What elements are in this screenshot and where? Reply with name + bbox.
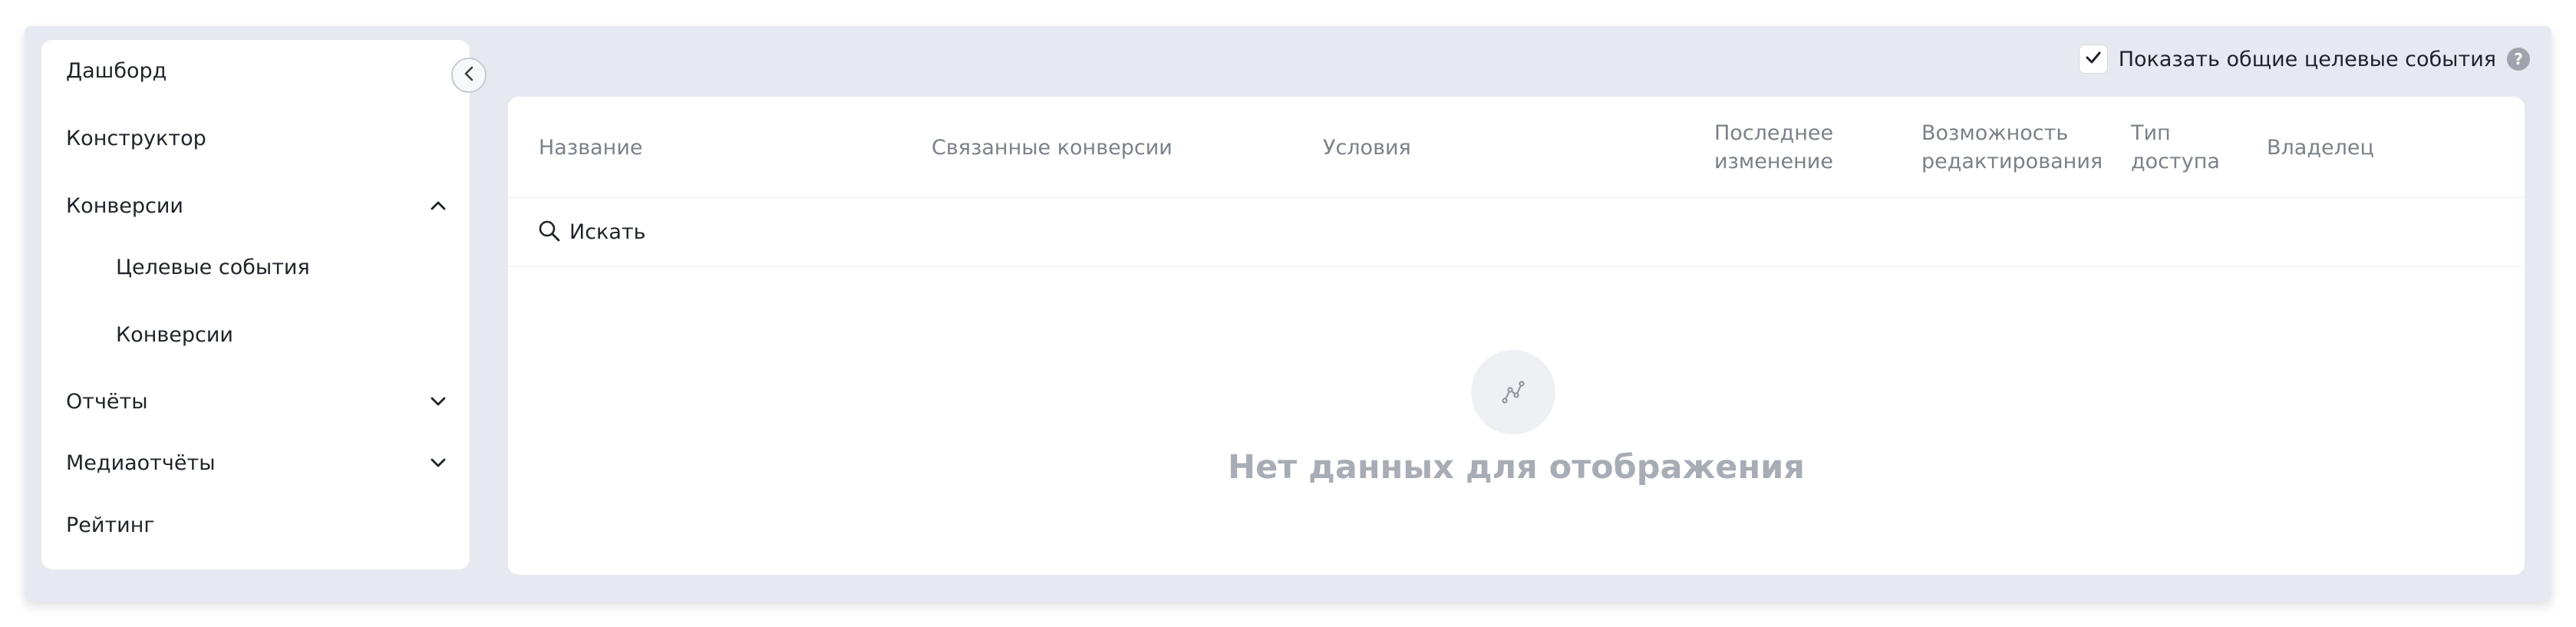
column-header-name[interactable]: Название (539, 97, 642, 198)
sidebar-item-dashboard[interactable]: Дашборд (41, 48, 470, 94)
sidebar-item-label: Конструктор (66, 126, 206, 150)
search-input[interactable]: Искать (508, 198, 2525, 267)
sidebar-item-reports[interactable]: Отчёты (41, 378, 470, 424)
show-common-events-toggle[interactable]: Показать общие целевые события ? (2078, 43, 2530, 75)
sidebar-item-conversions[interactable]: Конверсии (41, 183, 470, 229)
sidebar-item-target-events[interactable]: Целевые события (41, 244, 470, 290)
column-header-label-line2: изменение (1714, 150, 1833, 173)
column-header-label-line1: Тип (2131, 121, 2171, 145)
sidebar-item-label: Конверсии (66, 193, 183, 218)
show-common-events-checkbox[interactable] (2078, 45, 2108, 74)
chevron-left-icon (463, 65, 474, 85)
sidebar-item-label: Целевые события (116, 255, 310, 279)
check-icon (2085, 51, 2102, 68)
sidebar: Дашборд Конструктор Конверсии Целевые со… (41, 40, 470, 569)
column-header-linked-conversions[interactable]: Связанные конверсии (932, 97, 1173, 198)
chevron-up-icon (430, 197, 447, 214)
column-header-access-type[interactable]: Тип доступа (2131, 97, 2220, 198)
column-header-label-line2: доступа (2131, 150, 2220, 173)
search-icon (537, 219, 562, 246)
events-table-card: Название Связанные конверсии Условия Пос… (508, 97, 2525, 575)
help-icon[interactable]: ? (2507, 48, 2530, 71)
sidebar-item-label: Конверсии (116, 322, 233, 347)
column-header-label: Название (539, 135, 643, 160)
column-header-last-modified[interactable]: Последнее изменение (1714, 97, 1833, 198)
column-header-label-line2: редактирования (1921, 150, 2103, 173)
sidebar-item-media-reports[interactable]: Медиаотчёты (41, 440, 470, 486)
column-header-label-line1: Возможность (1921, 121, 2069, 145)
column-header-edit-permission[interactable]: Возможность редактирования (1921, 97, 2103, 198)
column-header-label: Владелец (2267, 135, 2374, 160)
sidebar-item-label: Медиаотчёты (66, 450, 216, 475)
column-header-conditions[interactable]: Условия (1323, 97, 1411, 198)
sidebar-collapse-button[interactable] (451, 58, 487, 93)
sidebar-item-label: Рейтинг (66, 513, 155, 537)
search-placeholder: Искать (569, 220, 646, 244)
chevron-down-icon (430, 393, 447, 410)
sidebar-item-constructor[interactable]: Конструктор (41, 115, 470, 161)
column-header-label: Связанные конверсии (932, 135, 1173, 160)
sidebar-item-rating[interactable]: Рейтинг (41, 502, 470, 548)
column-header-label-line1: Последнее (1714, 121, 1834, 145)
show-common-events-label: Показать общие целевые события (2118, 47, 2496, 71)
sidebar-item-conversions-list[interactable]: Конверсии (41, 312, 470, 358)
empty-state-message: Нет данных для отображения (1228, 448, 1805, 487)
app-frame: Дашборд Конструктор Конверсии Целевые со… (25, 26, 2551, 602)
chevron-down-icon (430, 454, 447, 471)
sidebar-item-label: Дашборд (66, 58, 167, 83)
chart-line-icon (1471, 350, 1555, 434)
column-header-label: Условия (1323, 135, 1411, 160)
column-header-owner[interactable]: Владелец (2267, 97, 2374, 198)
sidebar-item-label: Отчёты (66, 389, 148, 414)
table-header: Название Связанные конверсии Условия Пос… (508, 97, 2525, 198)
